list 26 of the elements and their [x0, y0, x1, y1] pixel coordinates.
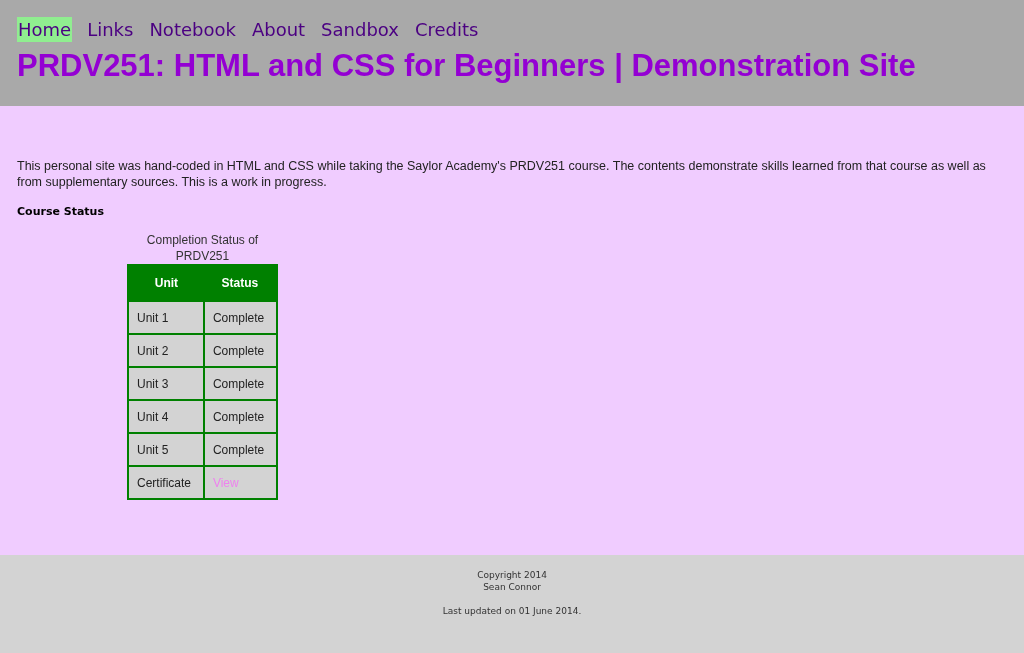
table-cell: Unit 3: [128, 367, 204, 400]
table-cell: Complete: [203, 334, 277, 367]
column-header: Status: [203, 265, 277, 301]
nav-link[interactable]: Home: [17, 17, 73, 42]
nav-link[interactable]: Sandbox: [320, 17, 400, 42]
table-cell: Unit 2: [128, 334, 204, 367]
table-cell: Unit 4: [128, 400, 204, 433]
column-header: Unit: [128, 265, 204, 301]
copyright-text: Copyright 2014: [477, 569, 547, 581]
intro-paragraph: This personal site was hand-coded in HTML and CSS while taking the Saylor Academy's PRDV251 course. The contents demonstrate skills learned from that course as well as from supplementary sources. This is a work in progress.: [17, 158, 987, 190]
author-name: Sean Connor: [483, 581, 541, 593]
table-cell: Unit 1: [128, 301, 204, 334]
nav-link[interactable]: Links: [86, 17, 135, 42]
section-heading: Course Status: [17, 205, 105, 218]
last-updated-text: Last updated on 01 June 2014.: [442, 605, 582, 617]
nav-link[interactable]: Credits: [413, 17, 480, 42]
table-cell: Complete: [203, 301, 277, 334]
nav-link[interactable]: About: [250, 17, 307, 42]
site-title: PRDV251: HTML and CSS for Beginners | Demonstration Site: [17, 48, 917, 84]
table-cell: Certificate: [128, 466, 204, 499]
table-cell: Complete: [203, 433, 277, 466]
table-cell: Complete: [203, 367, 277, 400]
table-caption: Completion Status of PRDV251: [145, 232, 260, 264]
table-cell: Complete: [203, 400, 277, 433]
table-cell: Unit 5: [128, 433, 204, 466]
nav-link[interactable]: Notebook: [148, 17, 237, 42]
